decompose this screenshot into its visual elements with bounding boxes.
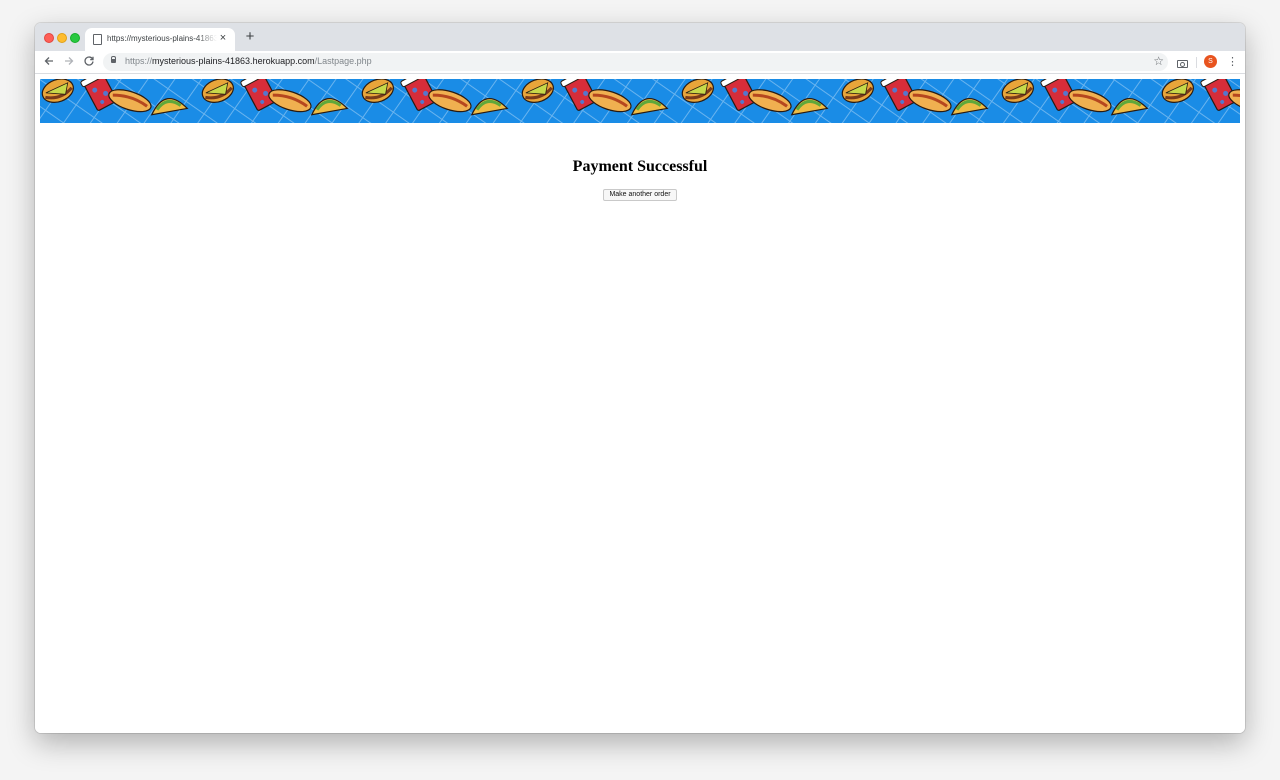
lock-icon: [111, 56, 116, 63]
page-title: Payment Successful: [572, 158, 708, 175]
new-tab-button[interactable]: +: [243, 29, 257, 44]
url-path: /Lastpage.php: [314, 56, 372, 66]
food-pattern-banner: [40, 79, 1240, 123]
kebab-menu-icon[interactable]: ⋮: [1227, 55, 1238, 69]
tab-title-fade: [197, 32, 217, 46]
make-another-order-button[interactable]: Make another order: [603, 189, 677, 201]
url-host: mysterious-plains-41863.herokuapp.com: [152, 56, 315, 66]
address-bar[interactable]: https://mysterious-plains-41863.herokuap…: [103, 53, 1168, 71]
reload-icon: [84, 56, 94, 66]
url-text[interactable]: https://mysterious-plains-41863.herokuap…: [125, 56, 372, 66]
back-button[interactable]: [42, 55, 56, 69]
tab-close-icon[interactable]: ×: [217, 32, 229, 44]
arrow-right-icon: [65, 57, 74, 65]
tab-strip: https://mysterious-plains-41863.herokuap…: [35, 23, 1245, 51]
toolbar-divider: [1196, 57, 1197, 68]
profile-avatar[interactable]: S: [1204, 55, 1217, 68]
window-maximize-button[interactable]: [70, 33, 80, 43]
forward-button[interactable]: [62, 55, 76, 69]
browser-toolbar: https://mysterious-plains-41863.herokuap…: [35, 51, 1245, 74]
window-close-button[interactable]: [44, 33, 54, 43]
browser-window: https://mysterious-plains-41863.herokuap…: [35, 23, 1245, 733]
window-minimize-button[interactable]: [57, 33, 67, 43]
browser-tab[interactable]: https://mysterious-plains-41863.herokuap…: [85, 28, 235, 51]
arrow-left-icon: [44, 57, 53, 65]
url-prefix: https://: [125, 56, 153, 66]
bookmark-star-icon[interactable]: ☆: [1153, 54, 1164, 68]
document-icon: [93, 34, 102, 45]
reload-button[interactable]: [82, 55, 96, 69]
page-content: Payment Successful Make another order: [35, 74, 1245, 733]
camera-icon[interactable]: [1177, 60, 1188, 68]
